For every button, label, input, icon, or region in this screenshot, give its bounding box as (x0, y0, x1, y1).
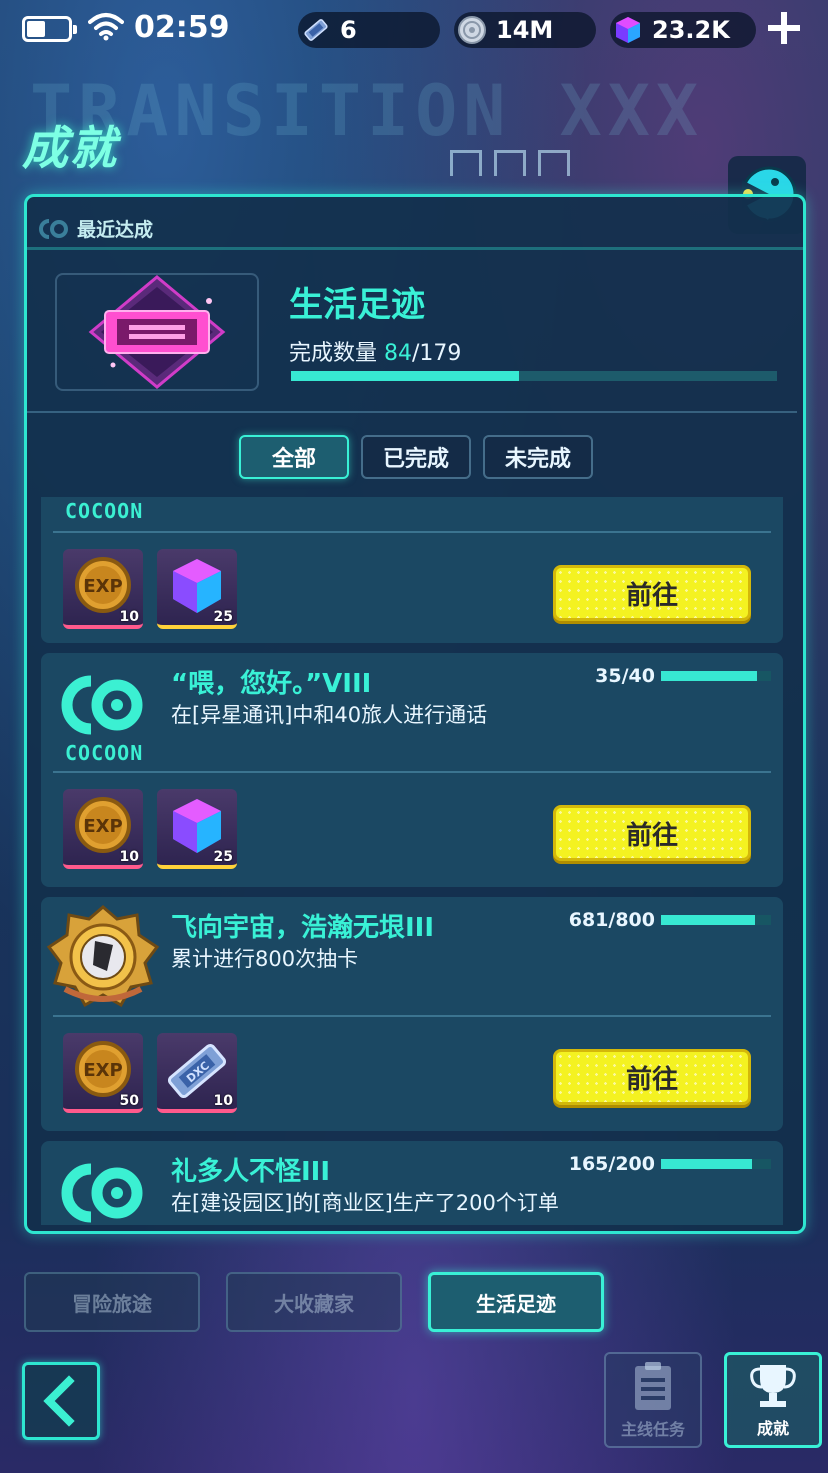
nav-main-quest[interactable]: 主线任务 (604, 1352, 702, 1448)
header-divider (27, 247, 803, 250)
cocoon-logo-icon (61, 1163, 143, 1223)
background-title-text: TRANSITION XXX (30, 70, 705, 140)
filter-tab-completed[interactable]: 已完成 (361, 435, 471, 479)
category-tab-collector[interactable]: 大收藏家 (226, 1272, 402, 1332)
filter-tab-all[interactable]: 全部 (239, 435, 349, 479)
title-decoration (450, 150, 730, 180)
cocoon-brand-text: COCOON (65, 499, 144, 523)
achievement-panel: 最近达成 生活足迹 完成数量 84/179 全部 已完成 未完成 COCOON … (24, 194, 806, 1234)
achievement-progress-text: 165/200 (568, 1153, 655, 1175)
card-divider (53, 531, 771, 533)
achievement-desc: 累计进行800次抽卡 (171, 947, 359, 971)
reward-exp-slot[interactable]: EXP 10 (63, 789, 143, 869)
wifi-icon (88, 13, 124, 41)
reward-qty: 10 (213, 1093, 233, 1109)
coin-resource[interactable]: 14M (454, 12, 596, 48)
achievement-progress-bar (661, 671, 771, 681)
reward-ticket-slot[interactable]: DXC 10 (157, 1033, 237, 1113)
category-badge-frame (55, 273, 259, 391)
completion-progress-bar (291, 371, 777, 381)
completion-total: /179 (412, 341, 462, 366)
cocoon-logo-icon (61, 675, 143, 735)
achievement-desc: 在[建设园区]的[商业区]生产了200个订单 (171, 1191, 559, 1215)
back-button[interactable] (22, 1362, 100, 1440)
reward-qty: 25 (213, 609, 233, 625)
nav-achievement[interactable]: 成就 (724, 1352, 822, 1448)
achievement-list[interactable]: COCOON EXP 10 25 前往 COCOON “喂，您好。”VIII 在… (39, 497, 783, 1225)
achievement-desc: 在[异星通讯]中和40旅人进行通话 (171, 703, 488, 727)
clipboard-icon (635, 1362, 671, 1410)
category-tab-life[interactable]: 生活足迹 (428, 1272, 604, 1332)
completion-count-label: 完成数量 (289, 341, 378, 366)
recent-header: 最近达成 (37, 215, 153, 242)
reward-gem-slot[interactable]: 25 (157, 789, 237, 869)
category-tab-adventure[interactable]: 冒险旅途 (24, 1272, 200, 1332)
go-button[interactable]: 前往 (553, 805, 751, 861)
reward-exp-slot[interactable]: EXP 10 (63, 549, 143, 629)
cocoon-mini-icon (39, 218, 68, 239)
nav-main-quest-label: 主线任务 (620, 1420, 685, 1439)
completion-count: 完成数量 84/179 (289, 335, 461, 367)
section-divider (27, 411, 797, 413)
achievement-title: 飞向宇宙，浩瀚无垠III (171, 913, 435, 943)
page-title: 成就 (22, 121, 118, 175)
reward-exp-slot[interactable]: EXP 50 (63, 1033, 143, 1113)
go-button[interactable]: 前往 (553, 1049, 751, 1105)
achievement-card: 飞向宇宙，浩瀚无垠III 累计进行800次抽卡 681/800 EXP 50 D… (41, 897, 783, 1131)
status-bar: 02:59 6 14M 23.2K (0, 0, 828, 60)
coin-count: 14M (496, 16, 554, 44)
achievement-progress-fill (661, 1159, 752, 1169)
gem-count: 23.2K (652, 16, 730, 44)
reward-gem-slot[interactable]: 25 (157, 549, 237, 629)
add-resource-button[interactable] (766, 10, 802, 46)
reward-qty: 10 (119, 609, 139, 625)
achievement-title: “喂，您好。”VIII (171, 669, 372, 699)
svg-text:EXP: EXP (83, 1060, 122, 1081)
card-divider (53, 1015, 771, 1017)
ticket-icon (300, 14, 332, 46)
coin-disc-icon (456, 14, 488, 46)
gem-cube-icon (612, 14, 644, 46)
recent-header-label: 最近达成 (77, 219, 154, 241)
cocoon-brand-text: COCOON (65, 741, 144, 765)
svg-text:EXP: EXP (83, 816, 122, 837)
cassette-badge-icon (88, 275, 226, 389)
achievement-title: 礼多人不怪III (171, 1157, 331, 1187)
achievement-progress-fill (661, 915, 755, 925)
achievement-progress-text: 681/800 (568, 909, 655, 931)
ticket-count: 6 (340, 16, 357, 44)
achievement-card: 礼多人不怪III 在[建设园区]的[商业区]生产了200个订单 165/200 (41, 1141, 783, 1225)
card-divider (53, 771, 771, 773)
category-title: 生活足迹 (289, 285, 425, 325)
achievement-progress-bar (661, 1159, 771, 1169)
filter-tab-incomplete[interactable]: 未完成 (483, 435, 593, 479)
battery-icon (22, 16, 77, 42)
go-button[interactable]: 前往 (553, 565, 751, 621)
completion-progress-fill (291, 371, 520, 381)
gold-medal-icon (46, 905, 160, 1008)
achievement-card: COCOON “喂，您好。”VIII 在[异星通讯]中和40旅人进行通话 35/… (41, 653, 783, 887)
svg-text:EXP: EXP (83, 576, 122, 597)
nav-achievement-label: 成就 (756, 1419, 789, 1438)
trophy-icon (750, 1365, 796, 1407)
chevron-left-icon (43, 1375, 75, 1427)
reward-qty: 25 (213, 849, 233, 865)
achievement-progress-fill (661, 671, 758, 681)
completion-current: 84 (384, 341, 413, 366)
clock-time: 02:59 (134, 10, 230, 45)
reward-qty: 10 (119, 849, 139, 865)
reward-qty: 50 (119, 1093, 139, 1109)
ticket-resource[interactable]: 6 (298, 12, 440, 48)
gem-resource[interactable]: 23.2K (610, 12, 756, 48)
achievement-card: COCOON EXP 10 25 前往 (41, 497, 783, 643)
achievement-progress-text: 35/40 (595, 665, 655, 687)
achievement-progress-bar (661, 915, 771, 925)
